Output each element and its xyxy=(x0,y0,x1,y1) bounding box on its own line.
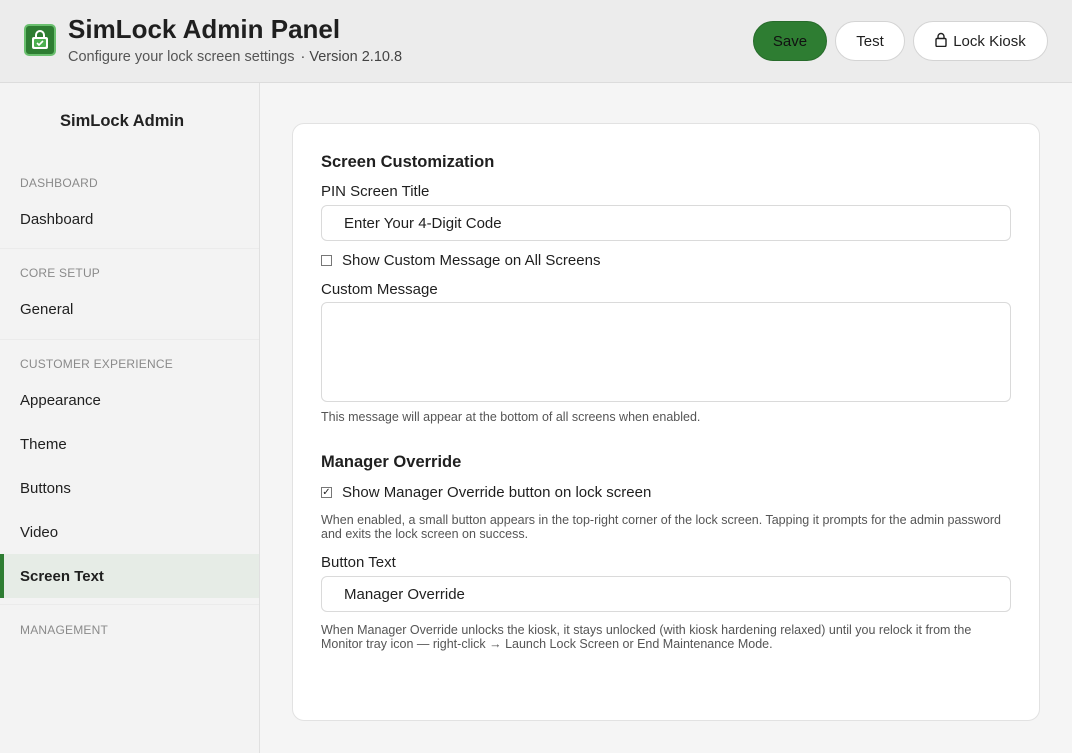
version-text: · Version 2.10.8 xyxy=(300,49,403,65)
custom-message-help: This message will appear at the bottom o… xyxy=(321,410,701,424)
sidebar-item-label: Screen Text xyxy=(20,567,104,585)
save-button[interactable]: Save xyxy=(753,21,827,61)
padlock-icon xyxy=(935,32,947,51)
sidebar-item-theme[interactable]: Theme xyxy=(0,422,259,466)
settings-card: Screen Customization PIN Screen Title Sh… xyxy=(292,123,1040,721)
sidebar-item-video[interactable]: Video xyxy=(0,510,259,554)
test-button[interactable]: Test xyxy=(835,21,905,61)
sidebar: SimLock Admin DASHBOARD Dashboard CORE S… xyxy=(0,83,260,753)
manager-override-footer-help: When Manager Override unlocks the kiosk,… xyxy=(321,623,972,651)
show-custom-message-row: Show Custom Message on All Screens xyxy=(321,252,600,269)
main-content: Screen Customization PIN Screen Title Sh… xyxy=(260,83,1072,753)
test-button-label: Test xyxy=(856,32,884,50)
show-custom-message-checkbox[interactable] xyxy=(321,255,332,266)
button-text-input[interactable] xyxy=(321,576,1011,612)
app-subtitle: Configure your lock screen settings · Ver… xyxy=(68,49,402,65)
sidebar-section-core-setup: CORE SETUP xyxy=(20,266,101,280)
sidebar-item-label: Appearance xyxy=(20,391,101,409)
sidebar-divider xyxy=(0,248,259,249)
lock-kiosk-button-label: Lock Kiosk xyxy=(953,32,1026,50)
sidebar-item-label: Theme xyxy=(20,435,67,453)
sidebar-item-dashboard[interactable]: Dashboard xyxy=(0,197,259,241)
sidebar-section-management: MANAGEMENT xyxy=(20,623,109,637)
custom-message-textarea[interactable] xyxy=(321,302,1011,402)
show-manager-override-row: ✓ Show Manager Override button on lock s… xyxy=(321,484,651,501)
lock-kiosk-button[interactable]: Lock Kiosk xyxy=(913,21,1048,61)
app-logo-icon xyxy=(24,24,56,56)
show-custom-message-label: Show Custom Message on All Screens xyxy=(342,252,601,269)
sidebar-item-label: Buttons xyxy=(20,479,71,497)
sidebar-item-screen-text[interactable]: Screen Text xyxy=(0,554,259,598)
sidebar-section-customer-experience: CUSTOMER EXPERIENCE xyxy=(20,357,173,371)
sidebar-item-general[interactable]: General xyxy=(0,287,259,331)
sidebar-divider xyxy=(0,604,259,605)
sidebar-item-label: Dashboard xyxy=(20,210,94,228)
pin-screen-title-label: PIN Screen Title xyxy=(321,183,430,200)
sidebar-section-dashboard: DASHBOARD xyxy=(20,176,98,190)
pin-screen-title-input[interactable] xyxy=(321,205,1011,241)
app-title: SimLock Admin Panel xyxy=(68,14,341,44)
button-text-label: Button Text xyxy=(321,554,396,571)
sidebar-item-label: Video xyxy=(20,523,59,541)
sidebar-item-appearance[interactable]: Appearance xyxy=(0,378,259,422)
save-button-label: Save xyxy=(772,32,808,50)
sidebar-item-label: General xyxy=(20,300,74,318)
subtitle-text: Configure your lock screen settings xyxy=(68,49,295,65)
show-manager-override-label: Show Manager Override button on lock scr… xyxy=(342,484,652,501)
show-manager-override-checkbox[interactable]: ✓ xyxy=(321,487,332,498)
custom-message-label: Custom Message xyxy=(321,281,438,298)
checkmark-icon: ✓ xyxy=(322,486,331,498)
sidebar-item-buttons[interactable]: Buttons xyxy=(0,466,259,510)
manager-override-heading: Manager Override xyxy=(321,453,462,471)
sidebar-title: SimLock Admin xyxy=(60,112,185,130)
manager-override-help: When enabled, a small button appears in … xyxy=(321,513,1002,541)
screen-customization-heading: Screen Customization xyxy=(321,153,495,171)
app-header: SimLock Admin Panel Configure your lock … xyxy=(0,0,1072,83)
sidebar-divider xyxy=(0,339,259,340)
